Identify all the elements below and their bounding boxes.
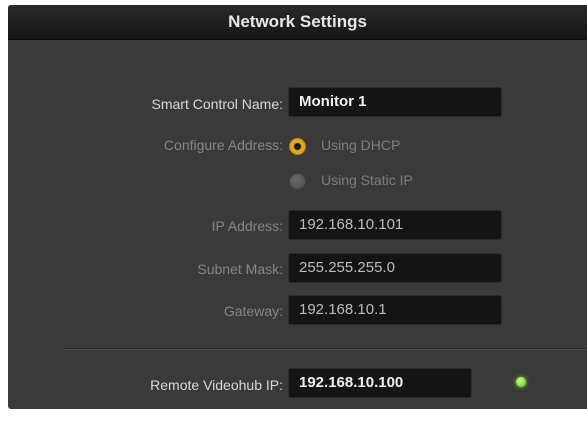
ip-address-label: IP Address: [211,218,283,234]
static-ip-radio-icon[interactable] [289,173,306,190]
remote-videohub-ip-label: Remote Videohub IP: [150,377,283,393]
ip-address-field[interactable]: 192.168.10.101 [288,210,502,240]
subnet-mask-label: Subnet Mask: [197,261,283,277]
section-divider [64,348,587,350]
connection-status-icon [516,377,526,387]
window-title: Network Settings [8,5,587,40]
remote-videohub-ip-field[interactable]: 192.168.10.100 [288,368,472,398]
dhcp-option-label[interactable]: Using DHCP [321,137,400,153]
gateway-label: Gateway: [223,303,283,319]
configure-address-label: Configure Address: [163,137,283,153]
static-ip-option-label[interactable]: Using Static IP [321,172,413,188]
smart-control-name-field[interactable]: Monitor 1 [288,87,502,117]
gateway-field[interactable]: 192.168.10.1 [288,295,502,325]
subnet-mask-field[interactable]: 255.255.255.0 [288,253,502,283]
smart-control-name-label: Smart Control Name: [151,96,283,112]
network-settings-panel: Network Settings Smart Control Name: Mon… [8,5,587,409]
dhcp-radio-icon[interactable] [289,138,306,155]
